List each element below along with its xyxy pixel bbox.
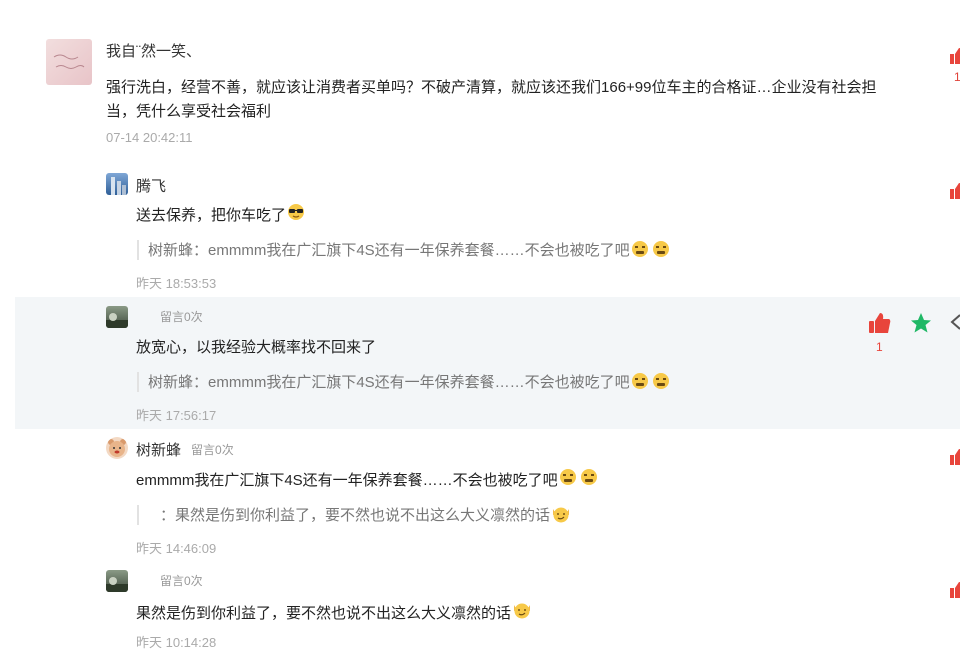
comment-timestamp: 昨天 18:53:53 <box>136 276 217 291</box>
quoted-text: 树新蜂：emmmm我在广汇旗下4S还有一年保养套餐……不会也被吃了吧 <box>148 242 630 259</box>
thumbs-up-icon[interactable] <box>950 449 960 465</box>
comment-text-line: 当，凭什么享受社会福利 <box>106 103 272 120</box>
username[interactable]: 树新蜂 <box>136 439 181 460</box>
comment-timestamp: 07-14 20:42:11 <box>106 130 193 145</box>
thumbs-up-icon[interactable] <box>950 183 960 199</box>
comment-text: emmmm我在广汇旗下4S还有一年保养套餐……不会也被吃了吧 <box>136 468 600 494</box>
share-button[interactable] <box>950 313 960 336</box>
comment-timestamp: 昨天 14:46:09 <box>136 541 217 556</box>
quoted-text: 树新蜂：emmmm我在广汇旗下4S还有一年保养套餐……不会也被吃了吧 <box>148 374 630 391</box>
cool-sunglasses-emoji-icon <box>287 203 305 229</box>
landscape-avatar-icon <box>106 577 128 592</box>
comment-text-content: 送去保养，把你车吃了 <box>136 206 287 224</box>
favorite-button[interactable] <box>910 312 932 339</box>
comment-header: 留言0次 <box>136 308 203 325</box>
like-count: 1 <box>954 70 960 84</box>
avatar-scribble-icon <box>53 54 85 69</box>
comment-text-content: 果然是伤到你利益了，要不然也说不出这么大义凛然的话 <box>136 604 512 622</box>
quoted-reply: ：果然是伤到你利益了，要不然也说不出这么大义凛然的话 <box>160 504 571 527</box>
avatar[interactable] <box>106 437 128 459</box>
comment-header: 留言0次 <box>136 572 203 589</box>
comment-timestamp: 昨天 17:56:17 <box>136 408 217 423</box>
landscape-avatar-icon <box>106 313 128 328</box>
thumbs-up-icon[interactable] <box>950 48 960 64</box>
bear-avatar-icon <box>108 439 126 457</box>
thumbs-up-icon <box>869 313 891 333</box>
quote-bar <box>137 372 139 392</box>
sweat-emoji-icon <box>580 468 600 494</box>
sweat-emoji-icon <box>631 240 651 262</box>
quoted-reply: 树新蜂：emmmm我在广汇旗下4S还有一年保养套餐……不会也被吃了吧 <box>148 239 672 262</box>
quote-bar <box>137 240 139 260</box>
quote-bar <box>137 505 139 525</box>
sweat-emoji-icon <box>652 240 672 262</box>
avatar[interactable] <box>106 306 128 328</box>
avatar[interactable] <box>106 570 128 592</box>
comment-text-content: emmmm我在广汇旗下4S还有一年保养套餐……不会也被吃了吧 <box>136 471 558 489</box>
sweat-emoji-icon <box>652 372 672 394</box>
comment-text: 放宽心，以我经验大概率找不回来了 <box>136 339 377 356</box>
quoted-reply: 树新蜂：emmmm我在广汇旗下4S还有一年保养套餐……不会也被吃了吧 <box>148 371 672 394</box>
username[interactable]: 我自¨然一笑、 <box>106 40 201 61</box>
quoted-text: ：果然是伤到你利益了，要不然也说不出这么大义凛然的话 <box>160 507 551 524</box>
star-icon <box>911 313 931 333</box>
comment-timestamp: 昨天 10:14:28 <box>136 635 217 650</box>
like-button[interactable] <box>869 313 891 338</box>
building-avatar-icon <box>111 177 126 195</box>
smirk-cat-emoji-icon <box>512 601 532 627</box>
comment-header: 我自¨然一笑、 <box>106 40 201 61</box>
smirk-cat-emoji-icon <box>551 505 571 527</box>
share-icon <box>950 314 960 330</box>
comment-header: 腾飞 <box>136 175 166 196</box>
comment-text: 果然是伤到你利益了，要不然也说不出这么大义凛然的话 <box>136 601 532 627</box>
avatar[interactable] <box>106 173 128 195</box>
comment-text: 送去保养，把你车吃了 <box>136 203 305 229</box>
message-count-badge: 留言0次 <box>191 443 234 457</box>
sweat-emoji-icon <box>559 468 579 494</box>
comment-header: 树新蜂 留言0次 <box>136 439 234 460</box>
message-count-badge: 留言0次 <box>160 574 203 588</box>
avatar[interactable] <box>46 39 92 85</box>
username[interactable]: 腾飞 <box>136 175 166 196</box>
thumbs-up-icon[interactable] <box>950 582 960 598</box>
like-count: 1 <box>876 340 883 354</box>
message-count-badge: 留言0次 <box>160 310 203 324</box>
comment-text-line: 强行洗白，经营不善，就应该让消费者买单吗？不破产清算，就应该还我们166+99位… <box>106 79 877 96</box>
sweat-emoji-icon <box>631 372 651 394</box>
